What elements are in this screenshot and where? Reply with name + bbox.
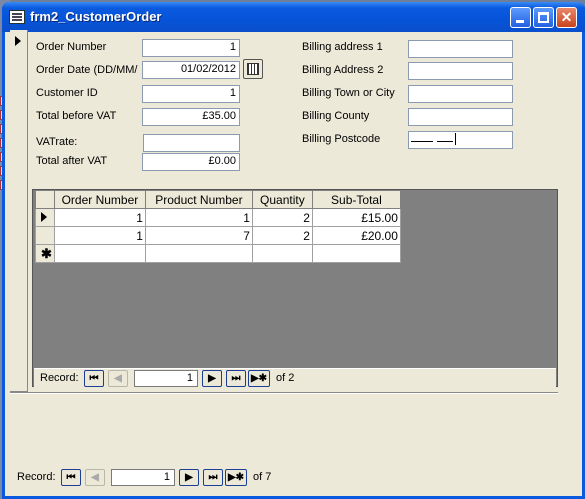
previous-record-icon: ◀ [91,472,99,483]
billing-address-2-field[interactable] [408,62,513,80]
window-title: frm2_CustomerOrder [30,9,162,24]
subform-new-record-button[interactable]: ▶✱ [248,370,270,387]
cell-product-number[interactable]: 7 [144,226,253,245]
column-header-order-number[interactable]: Order Number [53,190,146,209]
next-record-icon: ▶ [185,472,193,483]
billing-postcode-field[interactable] [408,131,513,149]
subform-record-count: of 2 [276,372,295,384]
vat-rate-field[interactable] [143,134,240,152]
order-date-label: Order Date (DD/MM/ [36,64,138,76]
cell-quantity[interactable]: 2 [251,208,313,227]
cell-product-number[interactable]: 1 [144,208,253,227]
postcode-input-mask [411,141,459,144]
total-before-vat-field[interactable]: £35.00 [142,108,240,126]
text-cursor [455,133,456,145]
calendar-icon [247,63,259,75]
title-bar[interactable]: frm2_CustomerOrder ✕ [2,2,585,32]
order-lines-datasheet: Order Number Product Number Quantity Sub… [35,190,401,263]
new-record-nav-icon: ▶✱ [250,373,268,384]
cell-order-number[interactable]: 1 [53,208,146,227]
maximize-icon [538,12,549,23]
total-after-vat-field[interactable]: £0.00 [142,153,240,171]
last-record-icon: ⏭ [208,472,218,483]
next-record-button[interactable]: ▶ [179,469,199,486]
subform-current-record-field[interactable]: 1 [134,370,198,387]
cell-quantity[interactable] [251,244,313,263]
column-header-quantity[interactable]: Quantity [251,190,313,209]
maximize-button[interactable] [533,7,554,28]
new-record-row: ✱ [35,244,401,263]
new-record-nav-icon: ▶✱ [227,472,245,483]
previous-record-icon: ◀ [114,373,122,384]
current-row-icon [41,211,47,222]
cell-sub-total[interactable] [311,244,401,263]
billing-address-2-label: Billing Address 2 [302,64,384,76]
previous-record-button[interactable]: ◀ [85,469,105,486]
first-record-icon: ⏮ [89,373,99,384]
close-button[interactable]: ✕ [556,7,577,28]
table-row: 1 7 2 £20.00 [35,226,401,245]
new-record-button[interactable]: ▶✱ [225,469,247,486]
total-after-vat-label: Total after VAT [36,155,108,167]
current-record-icon [15,36,21,46]
subform-record-navigator: Record: ⏮ ◀ 1 ▶ ⏭ ▶✱ of 2 [40,370,340,388]
total-before-vat-label: Total before VAT [36,110,117,122]
form-icon[interactable] [9,10,25,24]
row-selector[interactable] [35,226,55,245]
order-date-field[interactable]: 01/02/2012 [142,61,240,79]
last-record-icon: ⏭ [231,373,241,384]
column-header-sub-total[interactable]: Sub-Total [311,190,401,209]
row-selector[interactable] [35,208,55,227]
main-record-navigator: Record: ⏮ ◀ 1 ▶ ⏭ ▶✱ of 7 [17,469,317,487]
last-record-button[interactable]: ⏭ [203,469,223,486]
cell-sub-total[interactable]: £20.00 [311,226,401,245]
cell-order-number[interactable]: 1 [53,226,146,245]
select-all-corner[interactable] [35,190,55,209]
form-divider [10,392,558,394]
subform-last-record-button[interactable]: ⏭ [226,370,246,387]
main-record-label: Record: [17,471,56,483]
cell-product-number[interactable] [144,244,253,263]
cell-sub-total[interactable]: £15.00 [311,208,401,227]
billing-town-field[interactable] [408,85,513,103]
main-record-count: of 7 [253,471,272,483]
billing-county-label: Billing County [302,110,370,122]
customer-id-label: Customer ID [36,87,98,99]
close-icon: ✕ [560,9,573,25]
current-record-field[interactable]: 1 [111,469,175,486]
cell-quantity[interactable]: 2 [251,226,313,245]
record-selector[interactable] [10,30,28,392]
first-record-button[interactable]: ⏮ [61,469,81,486]
date-picker-button[interactable] [243,59,263,79]
minimize-icon [516,20,524,23]
billing-address-1-field[interactable] [408,40,513,58]
first-record-icon: ⏮ [66,472,76,483]
table-row: 1 1 2 £15.00 [35,208,401,227]
subform-previous-record-button[interactable]: ◀ [108,370,128,387]
order-number-label: Order Number [36,41,107,53]
vat-rate-label: VATrate: [36,136,78,148]
billing-address-1-label: Billing address 1 [302,41,383,53]
next-record-icon: ▶ [208,373,216,384]
customer-id-field[interactable]: 1 [142,85,240,103]
billing-town-label: Billing Town or City [302,87,395,99]
column-header-product-number[interactable]: Product Number [144,190,253,209]
datasheet-header-row: Order Number Product Number Quantity Sub… [35,190,401,209]
billing-postcode-label: Billing Postcode [302,133,381,145]
order-number-field[interactable]: 1 [142,39,240,57]
order-lines-subform: Order Number Product Number Quantity Sub… [32,189,558,387]
subform-record-label: Record: [40,372,79,384]
new-record-icon: ✱ [41,245,52,261]
minimize-button[interactable] [510,7,531,28]
billing-county-field[interactable] [408,108,513,126]
cell-order-number[interactable] [53,244,146,263]
row-selector[interactable]: ✱ [35,244,55,263]
subform-first-record-button[interactable]: ⏮ [84,370,104,387]
subform-next-record-button[interactable]: ▶ [202,370,222,387]
